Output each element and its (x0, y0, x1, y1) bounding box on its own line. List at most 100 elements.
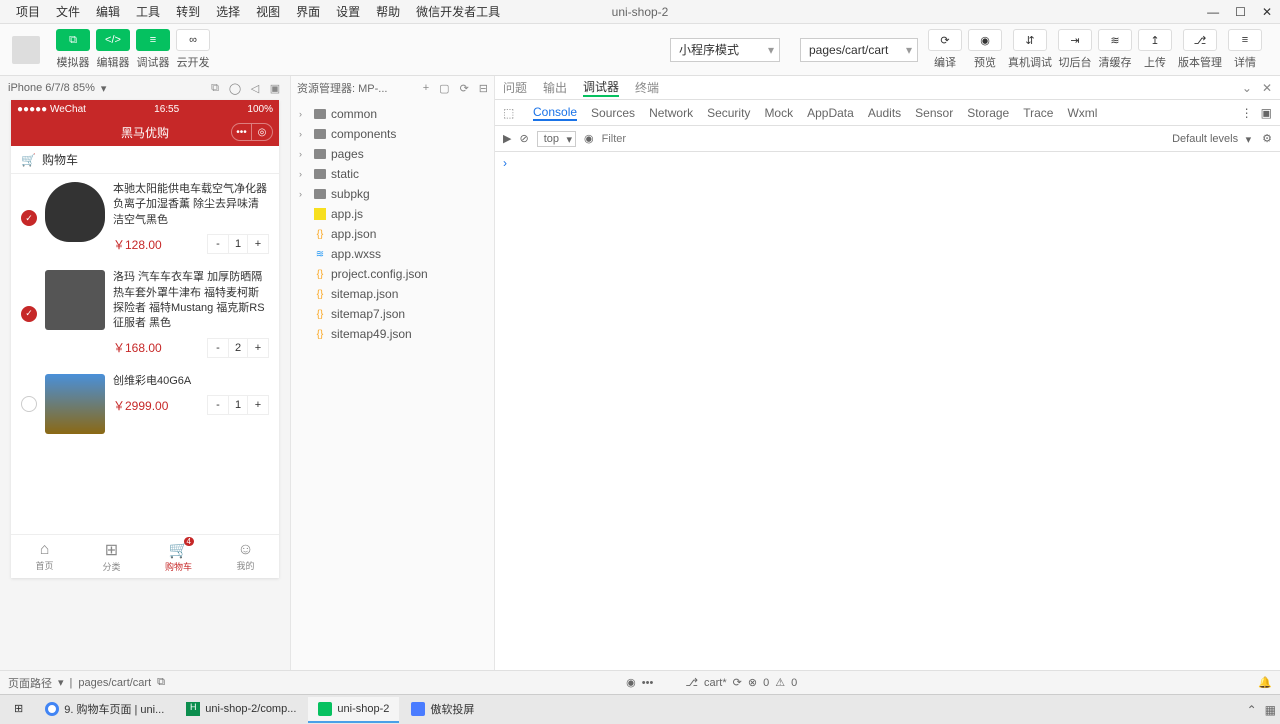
devtool-tab[interactable]: Audits (868, 106, 901, 120)
file-node[interactable]: {}sitemap7.json (291, 304, 494, 324)
upload-button[interactable]: ↥上传 (1138, 29, 1172, 70)
preview-button[interactable]: ◉预览 (968, 29, 1002, 70)
panel-tab[interactable]: 输出 (543, 79, 567, 96)
console-body[interactable]: › (495, 152, 1280, 670)
debugger-button[interactable]: ≡调试器 (136, 29, 170, 70)
error-icon[interactable]: ⊗ (748, 676, 757, 689)
panel-tab[interactable]: 调试器 (583, 78, 619, 97)
qty-minus[interactable]: - (208, 235, 228, 253)
screenshot-icon[interactable]: ▣ (268, 81, 282, 95)
tab-my[interactable]: ☺我的 (212, 535, 279, 578)
menu-item[interactable]: 工具 (128, 3, 168, 20)
file-node[interactable]: {}sitemap49.json (291, 324, 494, 344)
item-checkbox[interactable]: ✓ (21, 210, 37, 226)
devtool-tab[interactable]: Network (649, 106, 693, 120)
gear-icon[interactable]: ⚙ (1262, 132, 1272, 145)
new-file-icon[interactable]: + (423, 82, 429, 94)
menu-item[interactable]: 帮助 (368, 3, 408, 20)
filter-input[interactable] (602, 133, 1158, 145)
context-select[interactable]: top (537, 131, 576, 147)
menu-item[interactable]: 界面 (288, 3, 328, 20)
page-path-label[interactable]: 页面路径 (8, 675, 52, 691)
devtool-tab[interactable]: Sources (591, 106, 635, 120)
chevron-down-icon[interactable]: ⌄ (1242, 81, 1252, 95)
collapse-icon[interactable]: ⊟ (479, 82, 488, 95)
new-folder-icon[interactable]: ▢ (439, 82, 449, 95)
tab-category[interactable]: ⊞分类 (78, 535, 145, 578)
folder-node[interactable]: ›static (291, 164, 494, 184)
rotate-icon[interactable]: ⧉ (208, 81, 222, 95)
levels-select[interactable]: Default levels (1166, 132, 1254, 146)
inspect-icon[interactable]: ⬚ (503, 106, 519, 120)
background-button[interactable]: ⇥切后台 (1058, 29, 1092, 70)
qty-minus[interactable]: - (208, 339, 228, 357)
folder-node[interactable]: ›common (291, 104, 494, 124)
taskbar-item[interactable]: 9. 购物车页面 | uni... (35, 697, 174, 723)
taskbar-item[interactable]: 傲软投屏 (401, 697, 484, 723)
menu-item[interactable]: 选择 (208, 3, 248, 20)
tab-cart[interactable]: 🛒4购物车 (145, 535, 212, 578)
file-node[interactable]: ≋app.wxss (291, 244, 494, 264)
simulator-button[interactable]: ⧉模拟器 (56, 29, 90, 70)
menu-icon[interactable]: ••• (232, 124, 252, 140)
eye-icon[interactable]: ◉ (584, 132, 594, 145)
minimize-button[interactable]: — (1207, 5, 1219, 19)
devtool-tab[interactable]: AppData (807, 106, 854, 120)
editor-button[interactable]: </>编辑器 (96, 29, 130, 70)
branch-name[interactable]: cart* (704, 677, 727, 689)
more-icon[interactable]: ••• (642, 677, 654, 689)
qty-minus[interactable]: - (208, 396, 228, 414)
file-node[interactable]: {}sitemap.json (291, 284, 494, 304)
clear-icon[interactable]: ⊘ (519, 132, 528, 145)
refresh-icon[interactable]: ⟳ (460, 82, 469, 95)
start-button[interactable]: ⊞ (4, 697, 33, 723)
folder-node[interactable]: ›subpkg (291, 184, 494, 204)
taskbar-item[interactable]: Huni-shop-2/comp... (176, 697, 306, 723)
menu-item[interactable]: 文件 (48, 3, 88, 20)
item-checkbox[interactable]: ✓ (21, 306, 37, 322)
remote-debug-button[interactable]: ⇵真机调试 (1008, 29, 1052, 70)
menu-item[interactable]: 项目 (8, 3, 48, 20)
device-label[interactable]: iPhone 6/7/8 85% (8, 82, 95, 94)
warning-icon[interactable]: ⚠ (775, 676, 785, 689)
tab-home[interactable]: ⌂首页 (11, 535, 78, 578)
folder-node[interactable]: ›pages (291, 144, 494, 164)
item-thumb[interactable] (45, 182, 105, 242)
maximize-button[interactable]: ☐ (1235, 5, 1246, 19)
menu-item[interactable]: 编辑 (88, 3, 128, 20)
tray-chevron-icon[interactable]: ⌃ (1247, 703, 1257, 717)
menu-item[interactable]: 视图 (248, 3, 288, 20)
copy-icon[interactable]: ⧉ (157, 676, 165, 689)
devtool-tab[interactable]: Sensor (915, 106, 953, 120)
menu-item[interactable]: 微信开发者工具 (408, 3, 508, 20)
clear-cache-button[interactable]: ≋清缓存 (1098, 29, 1132, 70)
cloud-button[interactable]: ∞云开发 (176, 29, 210, 70)
version-button[interactable]: ⎇版本管理 (1178, 29, 1222, 70)
qty-plus[interactable]: + (248, 235, 268, 253)
sync-icon[interactable]: ⟳ (733, 676, 742, 689)
devtool-tab[interactable]: Mock (764, 106, 793, 120)
panel-tab[interactable]: 终端 (635, 79, 659, 96)
menu-item[interactable]: 转到 (168, 3, 208, 20)
folder-node[interactable]: ›components (291, 124, 494, 144)
close-button[interactable]: ✕ (1262, 5, 1272, 19)
close-icon[interactable]: ✕ (1262, 81, 1272, 95)
eye-icon[interactable]: ◉ (626, 676, 636, 689)
file-node[interactable]: {}project.config.json (291, 264, 494, 284)
record-icon[interactable]: ◯ (228, 81, 242, 95)
devtool-tab[interactable]: Security (707, 106, 750, 120)
item-thumb[interactable] (45, 270, 105, 330)
menu-item[interactable]: 设置 (328, 3, 368, 20)
devtool-tab[interactable]: Trace (1023, 106, 1053, 120)
panel-tab[interactable]: 问题 (503, 79, 527, 96)
more-icon[interactable]: ⋮ (1241, 106, 1253, 120)
mute-icon[interactable]: ◁ (248, 81, 262, 95)
page-select[interactable]: pages/cart/cart (800, 38, 918, 62)
qty-plus[interactable]: + (248, 396, 268, 414)
taskbar-item[interactable]: uni-shop-2 (308, 697, 399, 723)
dock-icon[interactable]: ▣ (1261, 106, 1272, 120)
bell-icon[interactable]: 🔔 (1258, 676, 1272, 689)
qty-plus[interactable]: + (248, 339, 268, 357)
mode-select[interactable]: 小程序模式 (670, 38, 780, 62)
target-icon[interactable]: ◎ (252, 124, 272, 140)
